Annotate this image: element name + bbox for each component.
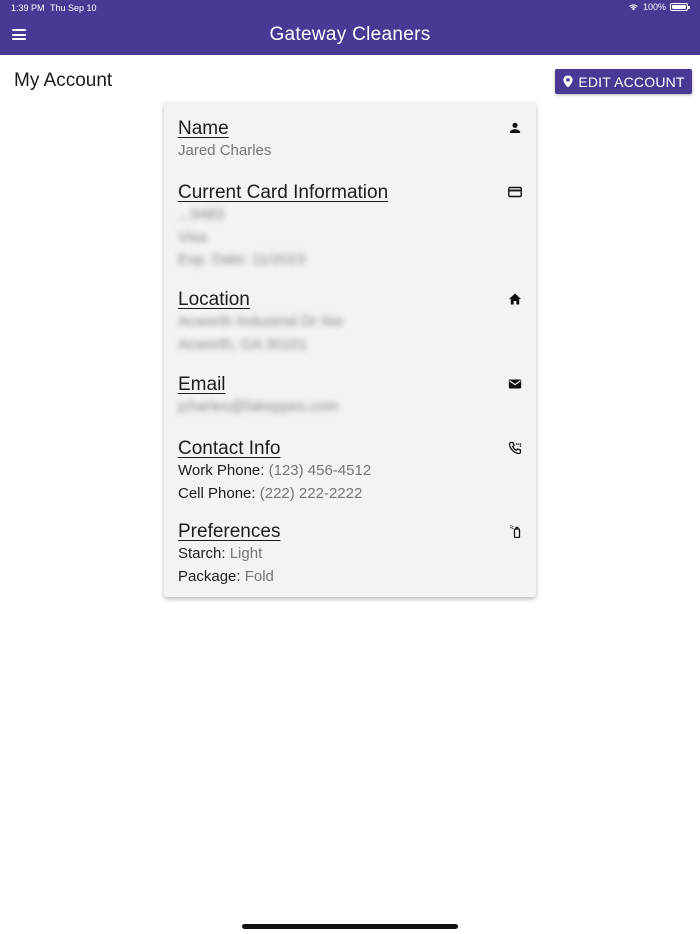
name-section: Name Jared Charles xyxy=(178,118,522,163)
name-value: Jared Charles xyxy=(178,142,272,159)
account-card: Name Jared Charles Current Card Informat… xyxy=(164,102,536,597)
starch-label: Starch: xyxy=(178,545,226,562)
name-title: Name xyxy=(178,118,229,139)
battery-percent: 100% xyxy=(642,2,666,12)
cell-phone-label: Cell Phone: xyxy=(178,484,256,502)
contact-section: Contact Info Work Phone: (123) 456-4512 … xyxy=(178,438,522,505)
status-time: 1:39 PM xyxy=(11,3,45,13)
app-title: Gateway Cleaners xyxy=(269,24,431,45)
card-section: Current Card Information ...9483 Visa Ex… xyxy=(178,182,522,272)
edit-account-label: EDIT ACCOUNT xyxy=(578,73,685,90)
page-title: My Account xyxy=(14,70,113,91)
spray-bottle-icon xyxy=(510,525,521,538)
home-indicator[interactable] xyxy=(242,924,458,929)
phone-dialpad-icon xyxy=(508,441,522,455)
status-date: Thu Sep 10 xyxy=(50,3,97,13)
edit-account-button[interactable]: EDIT ACCOUNT xyxy=(555,69,692,94)
package-label: Package: xyxy=(178,567,241,585)
work-phone-row: Work Phone: (123) 456-4512 xyxy=(178,460,522,483)
contact-title: Contact Info xyxy=(178,438,281,459)
cell-phone-value: (222) 222-2222 xyxy=(259,484,363,502)
location-title: Location xyxy=(178,289,250,310)
preferences-title: Preferences xyxy=(178,521,281,542)
mail-icon xyxy=(508,379,522,389)
card-expiry: Exp. Date: 11/2023 xyxy=(178,251,306,268)
battery-icon xyxy=(670,3,690,11)
wifi-icon xyxy=(629,4,638,11)
card-number: ...9483 xyxy=(178,206,224,223)
email-value: jcharles@fakeppes.com xyxy=(178,398,339,415)
person-icon xyxy=(509,122,521,133)
work-phone-value: (123) 456-4512 xyxy=(268,462,372,479)
starch-row: Starch: Light xyxy=(178,543,522,566)
app-header: 1:39 PM Thu Sep 10 100% Gateway Cleaners xyxy=(0,0,700,55)
card-type: Visa xyxy=(178,228,207,246)
home-icon xyxy=(509,293,521,305)
email-title: Email xyxy=(178,374,226,395)
work-phone-label: Work Phone: xyxy=(178,462,265,479)
credit-card-icon xyxy=(508,186,522,198)
starch-value: Light xyxy=(229,545,263,562)
email-section: Email jcharles@fakeppes.com xyxy=(178,374,522,419)
location-section: Location Acworth Industrial Dr Nw Acwort… xyxy=(178,289,522,356)
preferences-section: Preferences Starch: Light Package: Fold xyxy=(178,521,522,588)
status-indicators: 100% xyxy=(628,2,690,12)
package-value: Fold xyxy=(244,567,274,585)
location-street: Acworth Industrial Dr Nw xyxy=(178,313,344,330)
card-title: Current Card Information xyxy=(178,182,389,203)
location-pin-icon xyxy=(563,75,573,88)
cell-phone-row: Cell Phone: (222) 222-2222 xyxy=(178,483,522,506)
package-row: Package: Fold xyxy=(178,566,522,589)
location-city: Acworth, GA 30101 xyxy=(178,335,308,353)
